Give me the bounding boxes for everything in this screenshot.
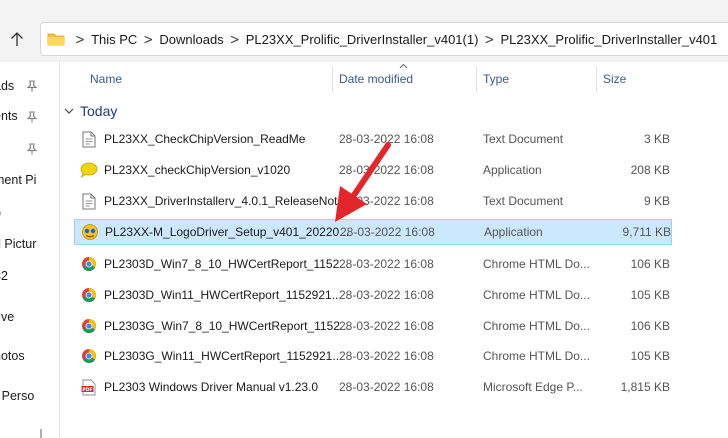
file-name: PL2303G_Win11_HWCertReport_1152921... bbox=[104, 349, 343, 363]
nav-item-label: rive bbox=[0, 310, 15, 324]
text-document-icon bbox=[80, 130, 98, 148]
nav-item-documents[interactable]: ents bbox=[0, 106, 18, 126]
file-type: Chrome HTML Do... bbox=[483, 349, 590, 363]
column-header-label: Size bbox=[603, 72, 627, 86]
pdf-icon: PDF bbox=[80, 378, 98, 396]
nav-item-folder[interactable]: ment Pi bbox=[0, 170, 36, 190]
nav-item-photos[interactable]: notos bbox=[0, 346, 25, 366]
file-size: 106 KB bbox=[630, 257, 670, 271]
chevron-right-icon[interactable]: > bbox=[224, 31, 246, 48]
pin-icon bbox=[26, 142, 38, 156]
column-header-type[interactable]: Type bbox=[483, 62, 593, 96]
group-header-today[interactable]: Today bbox=[64, 100, 117, 122]
nav-item-drive[interactable]: rive bbox=[0, 307, 14, 327]
file-date: 28-03-2022 16:08 bbox=[339, 380, 434, 394]
file-size: 9 KB bbox=[643, 194, 670, 208]
file-row[interactable]: PL2303D_Win11_HWCertReport_1152921... 28… bbox=[74, 282, 672, 308]
installer-icon bbox=[81, 223, 99, 241]
column-divider[interactable] bbox=[332, 66, 333, 92]
chevron-right-icon[interactable]: > bbox=[137, 31, 159, 48]
file-type: Application bbox=[484, 225, 543, 239]
column-header-label: Name bbox=[90, 72, 123, 86]
file-row[interactable]: PDF PL2303 Windows Driver Manual v1.23.0… bbox=[74, 374, 672, 400]
column-header-size[interactable]: Size bbox=[603, 62, 683, 96]
arrow-up-icon bbox=[11, 32, 23, 46]
application-icon bbox=[80, 161, 98, 179]
pin-icon bbox=[26, 110, 38, 124]
file-date: 28-03-2022 16:08 bbox=[339, 349, 434, 363]
navigation-pane: ads ents ment Pi p d Pictur 32 rive noto… bbox=[0, 62, 60, 438]
file-date: 28-03-2022 16:08 bbox=[339, 257, 434, 271]
file-row[interactable]: PL2303G_Win11_HWCertReport_1152921... 28… bbox=[74, 343, 672, 369]
address-bar[interactable]: > This PC > Downloads > PL23XX_Prolific_… bbox=[40, 22, 728, 56]
nav-item-label: d Pictur bbox=[0, 237, 37, 251]
breadcrumb-this-pc[interactable]: This PC bbox=[91, 32, 137, 47]
file-name: PL2303D_Win11_HWCertReport_1152921... bbox=[104, 288, 342, 302]
column-header-date[interactable]: Date modified bbox=[339, 62, 474, 96]
nav-item-label: 32 bbox=[0, 269, 8, 283]
navigation-bar: > This PC > Downloads > PL23XX_Prolific_… bbox=[0, 0, 728, 62]
nav-item-label: ads bbox=[0, 79, 15, 93]
chrome-icon bbox=[80, 255, 98, 273]
file-date: 28-03-2022 16:08 bbox=[339, 319, 434, 333]
nav-item-folder[interactable]: p bbox=[0, 203, 1, 223]
nav-item-label: notos bbox=[0, 349, 25, 363]
up-button[interactable] bbox=[6, 26, 28, 52]
file-size: 208 KB bbox=[630, 163, 670, 177]
file-type: Chrome HTML Do... bbox=[483, 257, 590, 271]
chrome-icon bbox=[80, 317, 98, 335]
nav-pane-scrollbar[interactable] bbox=[40, 429, 42, 438]
file-row[interactable]: PL2303G_Win7_8_10_HWCertReport_1152... 2… bbox=[74, 313, 672, 339]
file-type: Chrome HTML Do... bbox=[483, 288, 590, 302]
nav-item-downloads[interactable]: ads bbox=[0, 76, 14, 96]
file-size: 9,711 KB bbox=[622, 225, 671, 239]
file-size: 1,815 KB bbox=[620, 380, 670, 394]
column-header-label: Type bbox=[483, 72, 510, 86]
file-type: Microsoft Edge P... bbox=[483, 380, 583, 394]
group-label: Today bbox=[80, 103, 118, 119]
file-date: 28-03-2022 16:08 bbox=[339, 288, 434, 302]
file-type: Text Document bbox=[483, 132, 564, 146]
column-header-name[interactable]: Name bbox=[90, 62, 330, 96]
file-type: Chrome HTML Do... bbox=[483, 319, 590, 333]
file-name: PL2303D_Win7_8_10_HWCertReport_1152... bbox=[104, 257, 350, 271]
folder-icon bbox=[47, 30, 65, 48]
chrome-icon bbox=[80, 286, 98, 304]
nav-item-folder[interactable]: 32 bbox=[0, 266, 8, 286]
text-document-icon bbox=[80, 192, 98, 210]
file-size: 106 KB bbox=[630, 319, 670, 333]
nav-item-label: ents bbox=[0, 109, 18, 123]
chevron-down-icon[interactable] bbox=[64, 107, 74, 115]
breadcrumb-parent-folder[interactable]: PL23XX_Prolific_DriverInstaller_v401(1) bbox=[246, 32, 479, 47]
file-row[interactable]: PL2303D_Win7_8_10_HWCertReport_1152... 2… bbox=[74, 251, 672, 277]
nav-item-label: p bbox=[0, 206, 1, 220]
file-size: 105 KB bbox=[630, 288, 670, 302]
breadcrumb-current-folder[interactable]: PL23XX_Prolific_DriverInstaller_v401 bbox=[500, 32, 717, 47]
nav-item-label: - Perso bbox=[0, 389, 35, 403]
nav-item-onedrive-personal[interactable]: - Perso bbox=[0, 386, 34, 406]
chevron-right-icon[interactable]: > bbox=[478, 31, 500, 48]
file-name: PL2303G_Win7_8_10_HWCertReport_1152... bbox=[104, 319, 350, 333]
pin-icon bbox=[26, 79, 38, 93]
chevron-right-icon[interactable]: > bbox=[69, 31, 91, 48]
column-header-label: Date modified bbox=[339, 72, 414, 86]
file-type: Application bbox=[483, 163, 542, 177]
file-type: Text Document bbox=[483, 194, 564, 208]
nav-item-label: ment Pi bbox=[0, 173, 37, 187]
file-name: PL2303 Windows Driver Manual v1.23.0 bbox=[104, 380, 319, 394]
svg-text:PDF: PDF bbox=[82, 386, 92, 392]
column-divider[interactable] bbox=[596, 66, 597, 92]
column-divider[interactable] bbox=[476, 66, 477, 92]
file-size: 105 KB bbox=[630, 349, 670, 363]
nav-item-pictures[interactable]: d Pictur bbox=[0, 234, 36, 254]
annotation-arrow-icon bbox=[335, 142, 391, 222]
chrome-icon bbox=[80, 347, 98, 365]
breadcrumb-downloads[interactable]: Downloads bbox=[159, 32, 223, 47]
file-size: 3 KB bbox=[643, 132, 670, 146]
